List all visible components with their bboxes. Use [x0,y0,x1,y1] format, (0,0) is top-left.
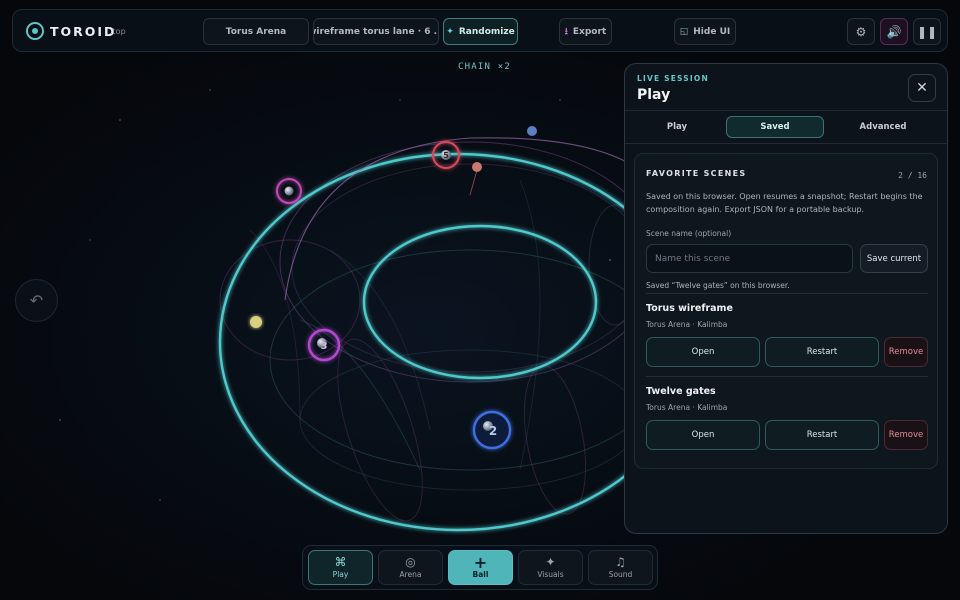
lane-button-label: wireframe torus lane · 6 ... [313,26,439,37]
open-scene-button[interactable]: Open [646,337,760,367]
card-divider [646,293,928,294]
scene-name-input[interactable] [646,244,853,273]
bottom-tab-play[interactable]: ⌘ Play [308,550,373,585]
panel-icon: ◱ [679,26,689,37]
ball-2[interactable]: 2 [472,410,512,450]
brand-suffix: .top [110,27,126,36]
export-button-label: Export [572,26,607,37]
lane-button[interactable]: wireframe torus lane · 6 ... [313,18,439,45]
bottom-tab-label: Play [332,570,349,579]
speaker-icon: 🔊 [886,24,902,39]
remove-scene-button[interactable]: Remove [884,337,928,367]
scene-meta: Torus Arena · Kalimba [646,403,728,412]
scene-meta: Torus Arena · Kalimba [646,320,728,329]
pause-icon: ❚❚ [916,24,938,39]
bottom-tab-arena[interactable]: ◎ Arena [378,550,443,585]
sound-toggle-button[interactable]: 🔊 [880,18,908,45]
bottom-tab-label: Arena [399,570,422,579]
favorite-scenes-heading: FAVORITE SCENES [646,169,747,178]
restart-scene-button[interactable]: Restart [765,337,879,367]
settings-button[interactable]: ⚙ [847,18,875,45]
top-bar: TOROID .top Torus Arena wireframe torus … [12,9,948,52]
chain-counter: CHAIN ×2 [458,62,511,72]
torus-inner-ring [362,224,598,380]
undo-icon: ↶ [29,291,44,310]
ball-label: 3 [321,341,328,352]
panel-tabs: Play Saved Advanced [625,116,947,138]
game-stage: 5 3 2 TOROID .top Torus Arena wireframe [0,0,960,600]
ball-3[interactable]: 3 [307,328,341,362]
live-session-panel: LIVE SESSION Play ✕ Play Saved Advanced … [624,63,948,534]
tab-advanced[interactable]: Advanced [831,116,935,138]
panel-divider [625,143,947,144]
download-icon: ⭳ [564,26,568,37]
favorite-scenes-description: Saved on this browser. Open resumes a sn… [646,192,923,214]
brand-name: TOROID [50,24,117,39]
randomize-button-label: Randomize [458,26,515,37]
ball-label: 2 [489,424,497,438]
sparkle-icon: ✦ [446,26,454,37]
sparkle-icon: ✦ [545,555,556,569]
panel-divider [625,110,947,111]
arena-button-label: Torus Arena [225,26,287,37]
scene-count: 2 / 16 [898,171,927,180]
pause-button[interactable]: ❚❚ [913,18,941,45]
arena-button[interactable]: Torus Arena [203,18,309,45]
ball-purple-small[interactable] [276,178,302,204]
command-icon: ⌘ [334,555,347,569]
bottom-tab-sound[interactable]: ♫ Sound [588,550,653,585]
tab-play[interactable]: Play [631,116,723,138]
remove-scene-button[interactable]: Remove [884,420,928,450]
ball-label: 5 [443,151,449,160]
bottom-tab-visuals[interactable]: ✦ Visuals [518,550,583,585]
panel-kicker: LIVE SESSION [637,74,709,83]
music-note-icon: ♫ [615,555,626,569]
scene-name: Twelve gates [646,386,716,397]
open-scene-button[interactable]: Open [646,420,760,450]
card-divider [646,376,928,377]
hide-ui-button-label: Hide UI [693,26,731,37]
add-ball-button[interactable]: + Ball [448,550,513,585]
scene-name-label: Scene name (optional) [646,229,732,238]
close-panel-button[interactable]: ✕ [908,74,936,102]
torus-top-arc [284,137,641,301]
orb-yellow [250,316,262,328]
tab-saved[interactable]: Saved [726,116,824,138]
orb-blue [527,126,537,136]
restart-scene-button[interactable]: Restart [765,420,879,450]
gear-icon: ⚙ [855,24,867,39]
close-icon: ✕ [916,80,928,96]
export-button[interactable]: ⭳ Export [559,18,612,45]
stars [59,89,611,501]
scene-name: Torus wireframe [646,303,733,314]
toroid-logo-icon [26,22,44,40]
plus-icon: + [473,553,488,572]
bottom-toolbar: ⌘ Play ◎ Arena + Ball ✦ Visuals ♫ Sound [302,545,658,590]
panel-title: Play [637,87,671,103]
undo-button[interactable]: ↶ [15,279,58,322]
save-current-button[interactable]: Save current [860,244,928,273]
bottom-tab-label: Sound [608,570,633,579]
bottom-tab-label: Visuals [537,570,564,579]
bottom-tab-label: Ball [472,570,489,579]
save-status: Saved “Twelve gates” on this browser. [646,281,790,290]
randomize-button[interactable]: ✦ Randomize [443,18,518,45]
hide-ui-button[interactable]: ◱ Hide UI [674,18,736,45]
orb-small [472,162,482,172]
target-icon: ◎ [405,555,416,569]
favorite-scenes-card: FAVORITE SCENES 2 / 16 Saved on this bro… [634,153,938,469]
